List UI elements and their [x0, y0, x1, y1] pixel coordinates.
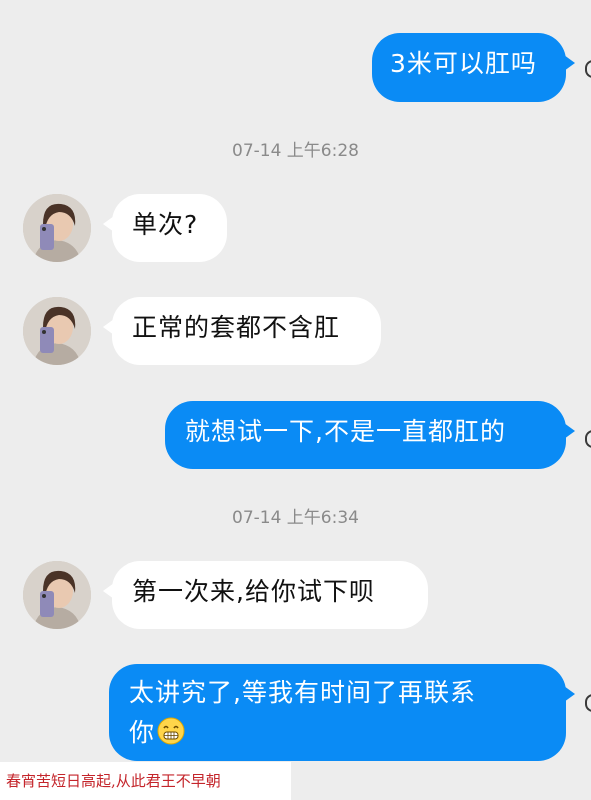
- outgoing-message[interactable]: 太讲究了,等我有时间了再联系 你: [109, 664, 575, 761]
- avatar[interactable]: [23, 194, 91, 262]
- message-text-line-1: 太讲究了,等我有时间了再联系: [129, 678, 476, 707]
- outgoing-message[interactable]: 3米可以肛吗: [372, 33, 575, 102]
- message-text: 单次?: [132, 210, 199, 239]
- partial-icon: [585, 60, 591, 78]
- message-text: 正常的套都不含肛: [132, 313, 341, 342]
- incoming-message[interactable]: 正常的套都不含肛: [103, 297, 381, 365]
- incoming-message[interactable]: 单次?: [103, 194, 227, 262]
- incoming-message[interactable]: 第一次来,给你试下呗: [103, 561, 428, 629]
- outgoing-message[interactable]: 就想试一下,不是一直都肛的: [165, 401, 575, 469]
- watermark-caption: 春宵苦短日高起,从此君王不早朝: [0, 762, 291, 800]
- timestamp: 07-14 上午6:28: [232, 141, 359, 161]
- partial-icon: [585, 694, 591, 712]
- partial-icon: [585, 430, 591, 448]
- message-text: 3米可以肛吗: [390, 49, 537, 78]
- timestamp: 07-14 上午6:34: [232, 508, 359, 528]
- message-text: 你: [129, 718, 156, 747]
- grinning-face-emoji-icon: [157, 717, 185, 757]
- avatar[interactable]: [23, 561, 91, 629]
- message-text: 第一次来,给你试下呗: [132, 577, 375, 606]
- message-text: 就想试一下,不是一直都肛的: [185, 417, 506, 446]
- message-text-line-2: 你: [129, 713, 546, 757]
- avatar[interactable]: [23, 297, 91, 365]
